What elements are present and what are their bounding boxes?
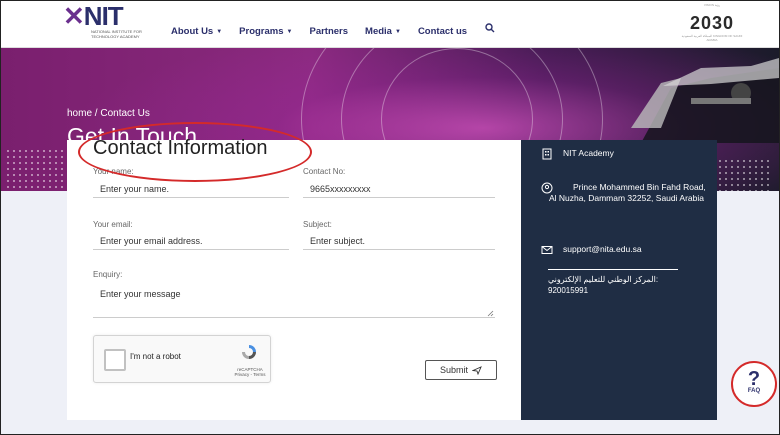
subject-label: Subject: (303, 220, 332, 229)
nav-label: Partners (309, 26, 349, 37)
banner-dots (5, 148, 65, 188)
nav-label: About Us (171, 26, 214, 37)
recaptcha-label: I'm not a robot (130, 352, 181, 361)
org-name: NIT Academy (563, 148, 614, 158)
nav-about-us[interactable]: About Us ▼ (171, 26, 222, 37)
contact-label: Contact No: (303, 167, 346, 176)
site-header: ✕NIT NATIONAL INSTITUTE FOR TECHNOLOGY A… (1, 1, 779, 48)
arabic-info: المركز الوطني للتعليم الإلكتروني: 920015… (548, 274, 658, 296)
subject-input[interactable]: Enter subject. (303, 235, 495, 250)
logo-mark: ✕NIT (63, 1, 124, 32)
recaptcha-checkbox[interactable] (104, 349, 126, 371)
chevron-down-icon: ▼ (286, 29, 293, 35)
address-row: Prince Mohammed Bin Fahd Road, Al Nuzha,… (541, 182, 711, 204)
faq-button[interactable]: ? FAQ (731, 361, 777, 407)
name-input[interactable]: Enter your name. (93, 183, 289, 198)
org-row: NIT Academy (541, 148, 614, 160)
enquiry-textarea[interactable]: Enter your message (93, 288, 495, 318)
main-nav: About Us ▼ Programs ▼ Partners Media ▼ Cont… (171, 26, 467, 37)
contact-info-panel: NIT Academy Prince Mohammed Bin Fahd Roa… (521, 140, 717, 420)
address-text: Prince Mohammed Bin Fahd Road, Al Nuzha,… (549, 182, 706, 203)
nit-logo[interactable]: ✕NIT NATIONAL INSTITUTE FOR TECHNOLOGY A… (63, 1, 145, 41)
recaptcha-links[interactable]: Privacy - Terms (232, 372, 268, 377)
divider (548, 269, 678, 270)
vision-sub: المملكة العربية السعودية KINGDOM OF SAUD… (681, 34, 743, 42)
search-icon[interactable] (485, 23, 495, 33)
submit-label: Submit (439, 365, 468, 375)
recaptcha-widget: I'm not a robot reCAPTCHA Privacy - Term… (93, 335, 271, 383)
building-icon (542, 148, 552, 160)
chevron-down-icon: ▼ (394, 29, 401, 35)
contact-input[interactable]: 9665xxxxxxxxx (303, 183, 495, 198)
nav-partners[interactable]: Partners (309, 26, 348, 37)
phone-number[interactable]: 920015991 (548, 285, 658, 296)
robot-arm-image (631, 58, 779, 143)
nav-programs[interactable]: Programs ▼ (239, 26, 292, 37)
vision-2030-logo: VISION رؤية 2030 المملكة العربية السعودي… (677, 3, 747, 43)
email-label: Your email: (93, 220, 133, 229)
nav-label: Media (365, 26, 392, 37)
email-input[interactable]: Enter your email address. (93, 235, 289, 250)
name-label: Your name: (93, 167, 134, 176)
question-mark-icon: ? (747, 368, 761, 390)
logo-text: NIT (83, 1, 124, 31)
faq-label: FAQ (747, 388, 761, 394)
chevron-down-icon: ▼ (216, 29, 223, 35)
nav-label: Contact us (417, 26, 468, 37)
logo-x-icon: ✕ (63, 1, 85, 31)
nav-contact-us[interactable]: Contact us (418, 26, 467, 37)
breadcrumb[interactable]: home / Contact Us (67, 108, 150, 119)
send-icon (472, 365, 482, 375)
page: home / Contact Us Get In Touch ✕NIT NATI… (0, 0, 780, 435)
vision-top: VISION رؤية (703, 3, 721, 7)
form-title: Contact Information (93, 137, 268, 159)
recaptcha-brand: reCAPTCHA Privacy - Terms (232, 367, 268, 377)
nav-media[interactable]: Media ▼ (365, 26, 401, 37)
arabic-center-name: المركز الوطني للتعليم الإلكتروني: (548, 275, 659, 284)
support-email-link[interactable]: support@nita.edu.sa (563, 244, 642, 255)
mail-icon (541, 246, 553, 254)
submit-button[interactable]: Submit (425, 360, 497, 380)
recaptcha-icon (242, 345, 256, 359)
enquiry-label: Enquiry: (93, 270, 123, 279)
logo-subtext: NATIONAL INSTITUTE FOR TECHNOLOGY ACADEM… (91, 29, 142, 39)
nav-label: Programs (239, 26, 284, 37)
email-row: support@nita.edu.sa (541, 244, 642, 256)
vision-year: 2030 (689, 13, 735, 33)
